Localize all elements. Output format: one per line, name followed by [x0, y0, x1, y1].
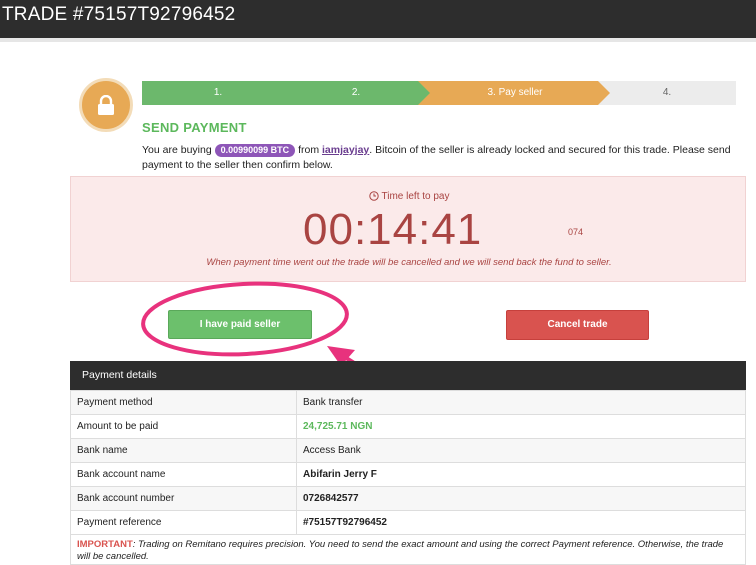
trade-progress-steps: 1. 2. 3. Pay seller 4.	[142, 81, 736, 105]
countdown-milliseconds: 074	[568, 227, 584, 237]
step-3-label: 3. Pay seller	[487, 87, 543, 98]
i-have-paid-button[interactable]: I have paid seller	[168, 310, 312, 339]
row-label: Bank account number	[70, 486, 297, 511]
table-row: Amount to be paid 24,725.71 NGN	[70, 414, 746, 439]
step-2-label: 2.	[351, 87, 361, 98]
row-value: Bank transfer	[296, 390, 746, 415]
send-payment-heading: SEND PAYMENT	[142, 120, 247, 135]
time-left-label: Time left to pay	[381, 191, 450, 202]
top-bar-divider	[0, 38, 756, 42]
step-4-label: 4.	[662, 87, 672, 98]
amount-value: 24,725.71 NGN	[296, 414, 746, 439]
table-row: Bank name Access Bank	[70, 438, 746, 463]
step-4: 4.	[598, 81, 736, 105]
lock-icon	[79, 78, 133, 132]
time-left-label-row: Time left to pay	[71, 191, 747, 204]
row-label: Payment reference	[70, 510, 297, 535]
intro-prefix: You are buying	[142, 144, 212, 156]
payment-intro: You are buying 0.00990099 BTC from iamja…	[142, 143, 732, 173]
row-value: Abifarin Jerry F	[296, 462, 746, 487]
row-value: 0726842577	[296, 486, 746, 511]
table-row: Payment reference #75157T92796452	[70, 510, 746, 535]
payment-timer-panel: Time left to pay 00:14:41 074 When payme…	[70, 176, 746, 282]
row-label: Bank account name	[70, 462, 297, 487]
important-label: IMPORTANT	[77, 539, 133, 550]
table-row: Payment method Bank transfer	[70, 390, 746, 415]
row-value: #75157T92796452	[296, 510, 746, 535]
seller-link[interactable]: iamjayjay	[322, 144, 369, 156]
table-row: Bank account number 0726842577	[70, 486, 746, 511]
important-text: : Trading on Remitano requires precision…	[77, 539, 724, 562]
step-3: 3. Pay seller	[418, 81, 612, 105]
row-label: Amount to be paid	[70, 414, 297, 439]
clock-icon	[368, 191, 379, 204]
btc-amount-badge: 0.00990099 BTC	[214, 144, 296, 157]
top-bar: TRADE #75157T92796452	[0, 0, 756, 38]
payment-details-header: Payment details	[70, 361, 746, 390]
cancel-trade-button[interactable]: Cancel trade	[506, 310, 649, 340]
important-notice: IMPORTANT: Trading on Remitano requires …	[70, 535, 746, 565]
timer-warning-note: When payment time went out the trade wil…	[206, 257, 612, 268]
row-label: Bank name	[70, 438, 297, 463]
table-row: Bank account name Abifarin Jerry F	[70, 462, 746, 487]
row-value: Access Bank	[296, 438, 746, 463]
step-1-label: 1.	[213, 87, 223, 98]
trade-title: TRADE #75157T92796452	[2, 4, 236, 25]
row-label: Payment method	[70, 390, 297, 415]
trade-page: TRADE #75157T92796452 1. 2. 3. Pay selle…	[0, 0, 756, 565]
intro-from: from	[298, 144, 320, 156]
step-2: 2.	[280, 81, 432, 105]
payment-details-table: Payment method Bank transfer Amount to b…	[70, 390, 746, 535]
step-1: 1.	[142, 81, 294, 105]
countdown-timer: 00:14:41	[303, 205, 483, 254]
